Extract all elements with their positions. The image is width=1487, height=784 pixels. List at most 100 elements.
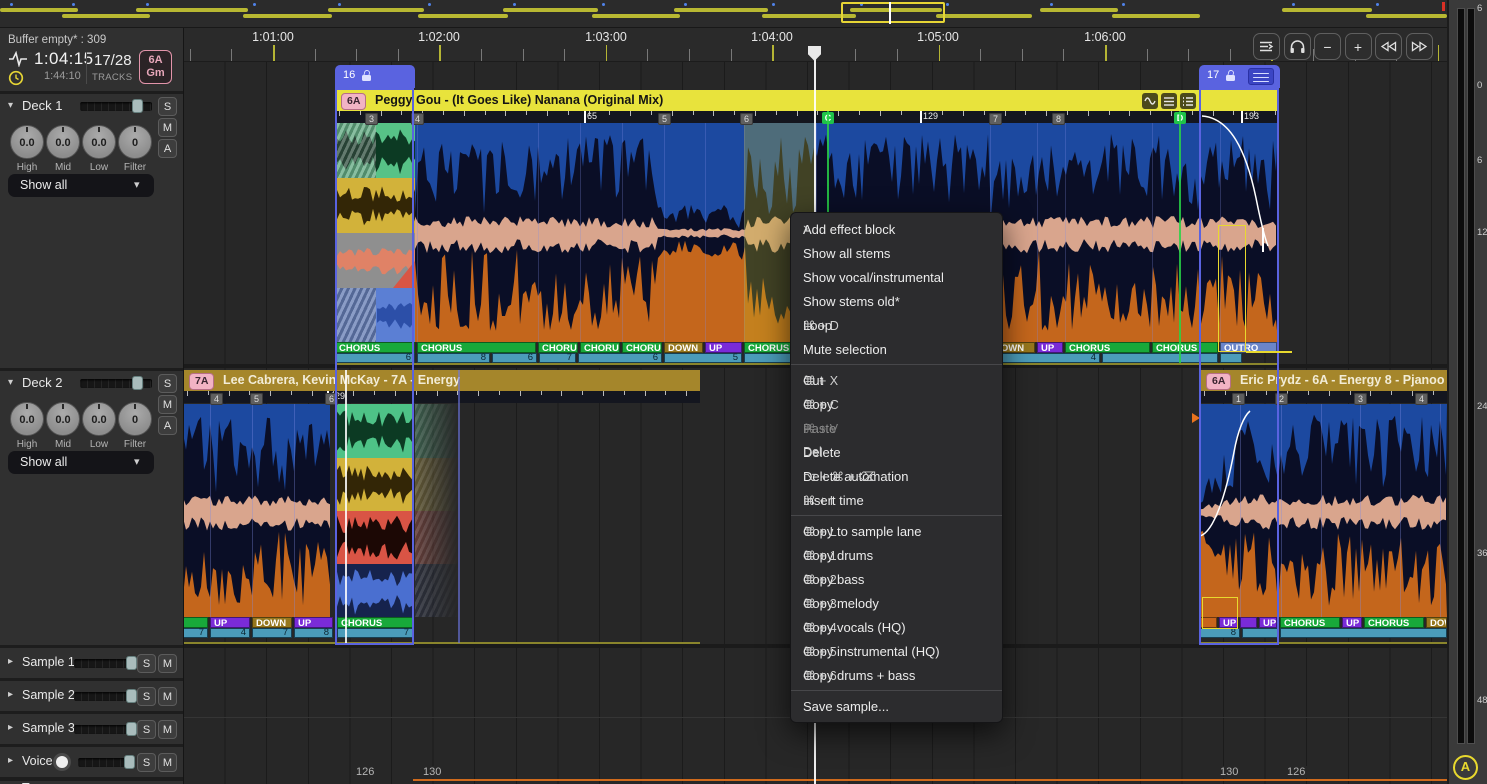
cue-headphones-button[interactable] bbox=[1284, 33, 1311, 60]
zoom-out-button[interactable]: − bbox=[1314, 33, 1341, 60]
section-segment-chorus[interactable]: CHORUS bbox=[1152, 342, 1218, 353]
menu-item-show-vocal-instrumental[interactable]: Show vocal/instrumental bbox=[791, 265, 1002, 289]
clip-header-17[interactable]: 17 bbox=[1199, 65, 1280, 88]
track-title-bar[interactable]: 6APeggy Gou - (It Goes Like) Nanana (Ori… bbox=[335, 90, 1278, 111]
section-segment-up[interactable]: UP bbox=[1037, 342, 1063, 353]
solo-button[interactable]: S bbox=[137, 753, 156, 772]
menu-item-save-sample[interactable]: Save sample... bbox=[791, 694, 1002, 718]
mute-button[interactable]: M bbox=[158, 687, 177, 706]
lane-row-sample-2[interactable]: ▸Sample 2SM bbox=[0, 681, 183, 711]
automation-button[interactable]: A bbox=[158, 139, 177, 158]
menu-item-copy-instrumental-hq[interactable]: Copy instrumental (HQ)⌘ + 5 bbox=[791, 639, 1002, 663]
menu-item-delete[interactable]: DeleteDel bbox=[791, 440, 1002, 464]
mute-button[interactable]: M bbox=[158, 118, 177, 137]
knob-mid[interactable]: 0.0 bbox=[46, 125, 80, 159]
chevron-right-icon[interactable]: ▸ bbox=[8, 722, 13, 733]
menu-item-delete-automation[interactable]: Delete automation⌥ + ⌘ + ⌫ bbox=[791, 464, 1002, 488]
stem-filter-dropdown[interactable]: Show all▾ bbox=[8, 451, 154, 474]
slider-handle[interactable] bbox=[126, 656, 137, 670]
knob-high[interactable]: 0.0 bbox=[10, 125, 44, 159]
section-segment-blank[interactable] bbox=[1240, 617, 1257, 628]
lane-volume-slider[interactable] bbox=[74, 659, 136, 668]
solo-button[interactable]: S bbox=[137, 654, 156, 673]
menu-item-copy-drums-bass[interactable]: Copy drums + bass⌘ + 6 bbox=[791, 663, 1002, 687]
clip-menu-button[interactable] bbox=[1248, 68, 1274, 85]
zoom-in-button[interactable]: + bbox=[1345, 33, 1372, 60]
record-button[interactable] bbox=[53, 753, 71, 771]
waveform[interactable] bbox=[183, 404, 330, 617]
slider-handle[interactable] bbox=[124, 755, 135, 769]
solo-button[interactable]: S bbox=[137, 687, 156, 706]
chevron-down-icon[interactable]: ▾ bbox=[8, 100, 13, 111]
section-segment-chorus[interactable]: CHORUS bbox=[538, 342, 578, 353]
solo-button[interactable]: S bbox=[158, 97, 177, 116]
skip-forward-button[interactable] bbox=[1406, 33, 1433, 60]
menu-item-copy-bass[interactable]: Copy bass⌘ + 2 bbox=[791, 567, 1002, 591]
automation-button[interactable]: A bbox=[158, 416, 177, 435]
knob-filter[interactable]: 0 bbox=[118, 125, 152, 159]
slider-handle[interactable] bbox=[126, 689, 137, 703]
slider-handle[interactable] bbox=[132, 376, 143, 390]
knob-filter[interactable]: 0 bbox=[118, 402, 152, 436]
track-title-bar[interactable]: 7ALee Cabrera, Kevin McKay - 7A - Energy bbox=[183, 370, 700, 391]
menu-item-paste[interactable]: Paste⌘ + V bbox=[791, 416, 1002, 440]
track-title-bar[interactable]: 6AEric Prydz - 6A - Energy 8 - Pjanoo (R… bbox=[1200, 370, 1447, 391]
menu-item-copy[interactable]: Copy⌘ + C bbox=[791, 392, 1002, 416]
clip-header-16[interactable]: 16 bbox=[335, 65, 415, 88]
section-segment-chorus[interactable]: CHORUS bbox=[1065, 342, 1150, 353]
deck-volume-slider[interactable] bbox=[80, 379, 152, 388]
solo-button[interactable]: S bbox=[137, 720, 156, 739]
key-badge[interactable]: 6A Gm bbox=[139, 50, 172, 84]
stems-view-icon[interactable] bbox=[1161, 93, 1177, 109]
menu-item-cut[interactable]: Cut⌘ + X bbox=[791, 368, 1002, 392]
lane-volume-slider[interactable] bbox=[74, 692, 136, 701]
mute-button[interactable]: M bbox=[158, 753, 177, 772]
section-segment-chorus[interactable]: CHORUS bbox=[335, 342, 415, 353]
knob-low[interactable]: 0.0 bbox=[82, 402, 116, 436]
loop-bracket[interactable] bbox=[1202, 597, 1238, 629]
stem-filter-dropdown[interactable]: Show all▾ bbox=[8, 174, 154, 197]
section-segment-up[interactable]: UP bbox=[1259, 617, 1277, 628]
knob-mid[interactable]: 0.0 bbox=[46, 402, 80, 436]
knob-low[interactable]: 0.0 bbox=[82, 125, 116, 159]
section-segment-chorus[interactable]: CHORUS bbox=[417, 342, 536, 353]
overview-viewport[interactable] bbox=[841, 2, 945, 23]
menu-item-add-effect-block[interactable]: Add effect block› bbox=[791, 217, 1002, 241]
menu-item-loop[interactable]: Loop⌘ + D bbox=[791, 313, 1002, 337]
section-segment-blank[interactable] bbox=[183, 617, 208, 628]
mute-button[interactable]: M bbox=[158, 654, 177, 673]
knob-high[interactable]: 0.0 bbox=[10, 402, 44, 436]
section-segment-down[interactable]: DOWN bbox=[664, 342, 703, 353]
loop-bracket[interactable] bbox=[1218, 225, 1246, 352]
lane-volume-slider[interactable] bbox=[78, 758, 134, 767]
section-segment-chorus[interactable]: CHORUS bbox=[580, 342, 620, 353]
slider-handle[interactable] bbox=[132, 99, 143, 113]
section-segment-up[interactable]: UP bbox=[1342, 617, 1362, 628]
waveform-view-icon[interactable] bbox=[1142, 93, 1158, 109]
skip-back-button[interactable] bbox=[1375, 33, 1402, 60]
arrangement-overview[interactable] bbox=[0, 0, 1447, 28]
lane-row-voice[interactable]: ▸VoiceSM bbox=[0, 747, 183, 777]
menu-item-copy-to-sample-lane[interactable]: Copy to sample lane⌘ + L bbox=[791, 519, 1002, 543]
section-segment-down[interactable]: DOWN bbox=[1426, 617, 1447, 628]
menu-item-show-all-stems[interactable]: Show all stems bbox=[791, 241, 1002, 265]
slider-handle[interactable] bbox=[126, 722, 137, 736]
lane-row-sample-1[interactable]: ▸Sample 1SM bbox=[0, 648, 183, 678]
chevron-right-icon[interactable]: ▸ bbox=[8, 656, 13, 667]
menu-item-copy-melody[interactable]: Copy melody⌘ + 3 bbox=[791, 591, 1002, 615]
menu-item-show-stems-old[interactable]: Show stems old* bbox=[791, 289, 1002, 313]
lane-row-sample-3[interactable]: ▸Sample 3SM bbox=[0, 714, 183, 744]
section-segment-chorus[interactable]: CHORUS bbox=[1364, 617, 1424, 628]
chevron-right-icon[interactable]: ▸ bbox=[8, 755, 13, 766]
section-segment-chorus[interactable]: CHORUS bbox=[1280, 617, 1340, 628]
lane-volume-slider[interactable] bbox=[74, 725, 136, 734]
menu-item-mute-selection[interactable]: Mute selection bbox=[791, 337, 1002, 361]
deck-volume-slider[interactable] bbox=[80, 102, 152, 111]
section-segment-chorus[interactable]: CHORUS bbox=[337, 617, 413, 628]
chevron-right-icon[interactable]: ▸ bbox=[8, 689, 13, 700]
mute-button[interactable]: M bbox=[158, 720, 177, 739]
solo-button[interactable]: S bbox=[158, 374, 177, 393]
mute-button[interactable]: M bbox=[158, 395, 177, 414]
menu-item-copy-vocals-hq[interactable]: Copy vocals (HQ)⌘ + 4 bbox=[791, 615, 1002, 639]
tempo-automation-line[interactable] bbox=[413, 779, 1447, 781]
